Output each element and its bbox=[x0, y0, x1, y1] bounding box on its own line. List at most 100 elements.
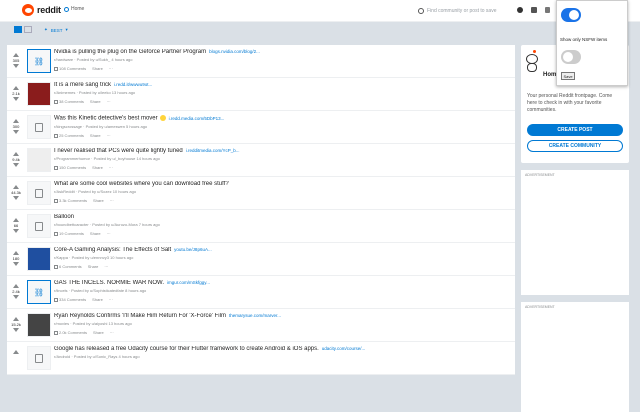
text-thumbnail[interactable] bbox=[27, 214, 51, 238]
home-dropdown[interactable]: Home bbox=[64, 6, 84, 12]
more-icon[interactable]: ··· bbox=[109, 165, 113, 170]
comments-button[interactable]: 25 Comments bbox=[54, 133, 84, 138]
post-item[interactable]: 180 Core-A Gaming Analysis: The Effects … bbox=[7, 243, 515, 276]
downvote-icon[interactable] bbox=[13, 262, 19, 266]
comments-button[interactable]: 2.0k Comments bbox=[54, 330, 87, 335]
upvote-icon[interactable] bbox=[13, 53, 19, 57]
post-title[interactable]: Was this Kinetic detective's best mover bbox=[54, 116, 158, 122]
view-toggle[interactable] bbox=[14, 26, 32, 33]
user-icon[interactable] bbox=[517, 7, 523, 13]
post-item[interactable]: 9.4k I never realised that PCs were quit… bbox=[7, 144, 515, 177]
upvote-icon[interactable] bbox=[13, 86, 19, 90]
more-icon[interactable]: ··· bbox=[107, 231, 111, 236]
downvote-icon[interactable] bbox=[13, 196, 19, 200]
share-button[interactable]: Share bbox=[93, 198, 104, 203]
upvote-icon[interactable] bbox=[13, 185, 19, 189]
post-title[interactable]: It is a mere sang trick bbox=[54, 82, 111, 88]
share-button[interactable]: Share bbox=[90, 133, 101, 138]
post-title[interactable]: What are some cool websites where you ca… bbox=[54, 181, 229, 187]
card-view-icon[interactable] bbox=[14, 26, 22, 33]
share-button[interactable]: Share bbox=[92, 165, 103, 170]
post-title[interactable]: GAS THE INCELS. NORMIE WAR NOW. bbox=[54, 280, 164, 286]
more-icon[interactable]: ··· bbox=[107, 99, 111, 104]
downvote-icon[interactable] bbox=[13, 97, 19, 101]
share-button[interactable]: Share bbox=[88, 264, 99, 269]
post-domain[interactable]: udacity.com/course/... bbox=[322, 346, 365, 351]
reddit-logo[interactable]: reddit bbox=[22, 4, 61, 16]
more-icon[interactable]: ··· bbox=[110, 330, 114, 335]
downvote-icon[interactable] bbox=[13, 229, 19, 233]
advertisement-slot[interactable]: ADVERTISEMENT bbox=[521, 302, 629, 412]
upvote-icon[interactable] bbox=[13, 284, 19, 288]
post-item[interactable]: 15.2k Ryan Reynolds Confirms 'I'll Make … bbox=[7, 309, 515, 342]
post-domain[interactable]: themarysue.com/marver... bbox=[229, 313, 281, 318]
post-title[interactable]: Core-A Gaming Analysis: The Effects of S… bbox=[54, 247, 171, 253]
downvote-icon[interactable] bbox=[13, 163, 19, 167]
upvote-icon[interactable] bbox=[13, 152, 19, 156]
post-item[interactable]: 66 Balloon r/boundbettcaracter · Posted … bbox=[7, 210, 515, 243]
list-view-icon[interactable] bbox=[24, 26, 32, 33]
post-item[interactable]: 44.3k What are some cool websites where … bbox=[7, 177, 515, 210]
comments-button[interactable]: 3.3k Comments bbox=[54, 198, 87, 203]
image-thumbnail[interactable] bbox=[27, 247, 51, 271]
comments-button[interactable]: 19 Comments bbox=[54, 231, 84, 236]
post-domain[interactable]: blogs.nvidia.com/blog/2... bbox=[209, 49, 260, 54]
image-thumbnail[interactable] bbox=[27, 313, 51, 337]
post-domain[interactable]: i.redd.media.com/5DbP13... bbox=[169, 116, 225, 121]
more-icon[interactable]: ··· bbox=[109, 297, 113, 302]
link-thumbnail[interactable]: ⛓ bbox=[27, 49, 51, 73]
post-item[interactable]: Google has released a free Udacity cours… bbox=[7, 342, 515, 375]
toggle-switch-on[interactable] bbox=[561, 8, 581, 22]
post-item[interactable]: 2.4k ⛓ GAS THE INCELS. NORMIE WAR NOW. im… bbox=[7, 276, 515, 309]
upvote-icon[interactable] bbox=[13, 218, 19, 222]
comments-button[interactable]: 38 Comments bbox=[54, 99, 84, 104]
upvote-icon[interactable] bbox=[13, 251, 19, 255]
toggle-switch-off[interactable] bbox=[561, 50, 581, 64]
upvote-icon[interactable] bbox=[13, 119, 19, 123]
advertisement-slot[interactable]: ADVERTISEMENT bbox=[521, 170, 629, 295]
comments-button[interactable]: 334 Comments bbox=[54, 297, 86, 302]
upvote-icon[interactable] bbox=[13, 350, 19, 354]
more-icon[interactable]: ··· bbox=[110, 198, 114, 203]
post-domain[interactable]: i.redditmedia.com/YcP_b... bbox=[186, 148, 240, 153]
upvote-icon[interactable] bbox=[13, 317, 19, 321]
downvote-icon[interactable] bbox=[13, 130, 19, 134]
edit-icon[interactable] bbox=[545, 7, 550, 13]
search-input[interactable]: Find community or post to save bbox=[427, 8, 496, 14]
text-thumbnail[interactable] bbox=[27, 181, 51, 205]
sort-dropdown[interactable]: ✦ BEST ▾ bbox=[44, 27, 68, 33]
more-icon[interactable]: ··· bbox=[109, 66, 113, 71]
downvote-icon[interactable] bbox=[13, 64, 19, 68]
share-button[interactable]: Share bbox=[90, 99, 101, 104]
image-thumbnail[interactable] bbox=[27, 82, 51, 106]
comments-button[interactable]: 6 Comments bbox=[54, 264, 82, 269]
share-button[interactable]: Share bbox=[92, 66, 103, 71]
more-icon[interactable]: ··· bbox=[107, 133, 111, 138]
share-button[interactable]: Share bbox=[93, 330, 104, 335]
downvote-icon[interactable] bbox=[13, 328, 19, 332]
post-domain[interactable]: youtu.be/J8p6uA... bbox=[174, 247, 212, 252]
create-post-button[interactable]: CREATE POST bbox=[527, 124, 623, 136]
more-icon[interactable]: ··· bbox=[104, 264, 108, 269]
comments-button[interactable]: 108 Comments bbox=[54, 66, 86, 71]
create-community-button[interactable]: CREATE COMMUNITY bbox=[527, 140, 623, 152]
comments-button[interactable]: 150 Comments bbox=[54, 165, 86, 170]
post-item[interactable]: 300 Was this Kinetic detective's best mo… bbox=[7, 111, 515, 144]
post-title[interactable]: Balloon bbox=[54, 214, 74, 220]
post-domain[interactable]: i.redd.it/wwwu9ot... bbox=[114, 82, 152, 87]
save-button[interactable]: Save bbox=[561, 72, 575, 80]
image-thumbnail[interactable] bbox=[27, 148, 51, 172]
post-domain[interactable]: imgur.com/mSkfggy... bbox=[167, 280, 210, 285]
text-thumbnail[interactable] bbox=[27, 346, 51, 370]
post-title[interactable]: Google has released a free Udacity cours… bbox=[54, 346, 319, 352]
mail-icon[interactable] bbox=[531, 7, 537, 13]
post-title[interactable]: Nvidia is pulling the plug on the Geforc… bbox=[54, 49, 206, 55]
downvote-icon[interactable] bbox=[13, 295, 19, 299]
link-thumbnail[interactable]: ⛓ bbox=[27, 280, 51, 304]
share-button[interactable]: Share bbox=[90, 231, 101, 236]
post-title[interactable]: Ryan Reynolds Confirms 'I'll Make Him Re… bbox=[54, 313, 226, 319]
post-title[interactable]: I never realised that PCs were quite lig… bbox=[54, 148, 183, 154]
post-item[interactable]: 305 ⛓ Nvidia is pulling the plug on the … bbox=[7, 45, 515, 78]
post-item[interactable]: 2.1k It is a mere sang trick i.redd.it/ww… bbox=[7, 78, 515, 111]
search-bar[interactable]: Find community or post to save bbox=[418, 5, 498, 16]
